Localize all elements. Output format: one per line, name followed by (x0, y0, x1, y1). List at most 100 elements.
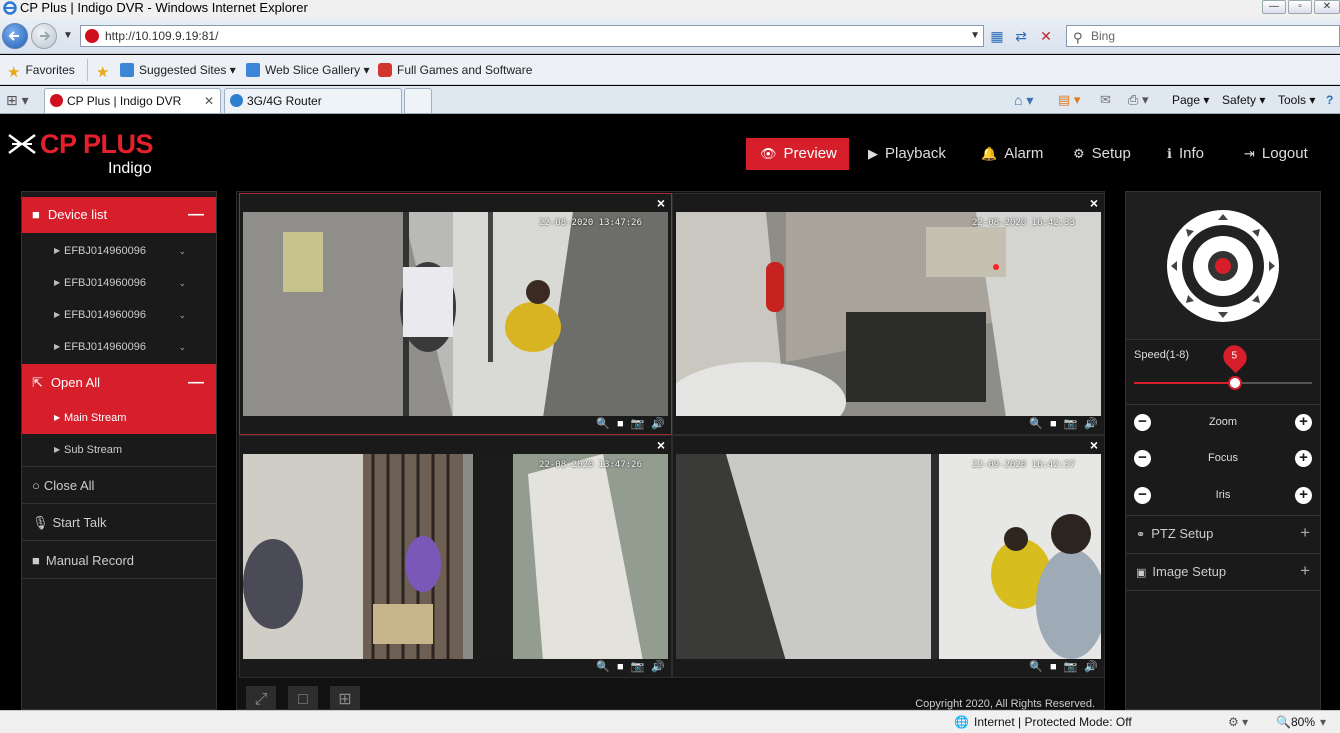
nav-setup[interactable]: ⚙ Setup (1059, 138, 1145, 170)
manual-record-label: Manual Record (45, 553, 135, 568)
search-icon: ⚲ (1073, 30, 1083, 45)
audio-icon[interactable]: 🔊 (1084, 417, 1098, 430)
close-window-button[interactable]: ✕ (1314, 0, 1340, 14)
snapshot-icon[interactable]: 📷 (1064, 660, 1078, 673)
nav-info[interactable]: ℹ Info (1153, 138, 1218, 170)
start-talk-button[interactable]: 🎙 Start Talk (22, 504, 216, 541)
snapshot-icon[interactable]: 📷 (631, 660, 645, 673)
add-favorite-button[interactable]: ★ (96, 62, 114, 81)
zoom-in-button[interactable]: + (1295, 414, 1312, 431)
quick-tabs-icon[interactable]: ⊞ ▾ (6, 91, 29, 109)
nav-preview[interactable]: 👁 Preview (746, 138, 849, 170)
camera-tile-4[interactable]: × 22-09-2020 16:42:37 🔍 ■ 📷 🔊 (672, 435, 1105, 678)
audio-icon[interactable]: 🔊 (1084, 660, 1098, 673)
chevron-down-icon[interactable]: ⌄ (178, 267, 186, 299)
help-icon[interactable]: ? (1326, 91, 1333, 109)
chevron-down-icon[interactable]: ⌄ (178, 299, 186, 331)
close-icon[interactable]: × (657, 437, 665, 453)
speed-slider[interactable]: 5 (1134, 340, 1312, 390)
page-menu[interactable]: Page ▾ (1172, 91, 1209, 109)
play-icon: ▶ (868, 146, 878, 161)
snapshot-icon[interactable]: 📷 (631, 417, 645, 430)
camera-tile-2[interactable]: × 22-08-2020 16:42:33 🔍 ■ 📷 🔊 (672, 193, 1105, 435)
restore-button[interactable]: ▫ (1288, 0, 1312, 14)
zoom-level[interactable]: 80% (1291, 715, 1315, 729)
device-item[interactable]: ▶ EFBJ014960096 ⌄ (22, 235, 216, 267)
zoom-out-button[interactable]: − (1134, 414, 1151, 431)
focus-plus-button[interactable]: + (1295, 450, 1312, 467)
compatibility-view-icon[interactable]: ▦ (986, 25, 1008, 47)
manual-record-button[interactable]: ■ Manual Record (22, 542, 216, 579)
mail-icon[interactable]: ✉ (1100, 91, 1111, 109)
back-button[interactable] (2, 23, 28, 49)
zoom-dropdown-icon[interactable]: ▾ (1320, 715, 1326, 729)
record-icon[interactable]: ■ (1050, 661, 1057, 673)
speed-slider-handle[interactable] (1228, 376, 1242, 390)
expand-plus-icon[interactable]: + (1300, 515, 1310, 551)
nav-playback[interactable]: ▶ Playback (854, 138, 960, 170)
tab-close-icon[interactable]: ✕ (204, 89, 214, 113)
tab-cp-plus[interactable]: CP Plus | Indigo DVR ✕ (44, 88, 221, 113)
home-icon[interactable]: ⌂ ▾ (1014, 91, 1033, 109)
audio-icon[interactable]: 🔊 (651, 417, 665, 430)
nav-logout[interactable]: ⇥ Logout (1230, 138, 1322, 170)
address-bar[interactable]: http://10.109.9.19:81/ ▼ (80, 25, 984, 47)
record-icon[interactable]: ■ (617, 661, 624, 673)
collapse-icon[interactable]: — (188, 197, 204, 233)
web-slice-label: Web Slice Gallery ▾ (265, 63, 370, 77)
web-slice-gallery-link[interactable]: Web Slice Gallery ▾ (246, 62, 370, 78)
digital-zoom-icon[interactable]: 🔍 (1029, 417, 1043, 430)
protected-mode-icon[interactable]: ⚙ ▾ (1228, 715, 1248, 729)
open-all-header[interactable]: ⇱ Open All — (22, 364, 216, 402)
image-setup-section[interactable]: ▣ Image Setup + (1126, 553, 1320, 591)
close-icon[interactable]: × (1090, 195, 1098, 211)
camera-tile-3[interactable]: × 22-08-2020 13:47:26 🔍 ■ 📷 🔊 (239, 435, 672, 678)
sub-stream-item[interactable]: ▶ Sub Stream (22, 434, 216, 467)
device-item[interactable]: ▶ EFBJ014960096 ⌄ (22, 331, 216, 363)
close-icon[interactable]: × (1090, 437, 1098, 453)
device-item[interactable]: ▶ EFBJ014960096 ⌄ (22, 299, 216, 331)
stop-icon[interactable]: ✕ (1035, 25, 1057, 47)
close-icon[interactable]: × (657, 195, 665, 211)
record-icon[interactable]: ■ (617, 418, 624, 430)
feeds-icon[interactable]: ▤ ▾ (1058, 91, 1080, 109)
main-stream-item[interactable]: ▶ Main Stream (22, 402, 216, 434)
favorites-button[interactable]: ★ Favorites (7, 62, 75, 81)
collapse-icon[interactable]: — (188, 364, 204, 402)
chevron-down-icon[interactable]: ⌄ (178, 235, 186, 267)
iris-minus-button[interactable]: − (1134, 487, 1151, 504)
device-list-header[interactable]: ■ Device list — (22, 197, 216, 233)
camera-tile-1[interactable]: × 22-08-2020 13:47:26 � (239, 193, 672, 435)
digital-zoom-icon[interactable]: 🔍 (596, 660, 610, 673)
suggested-sites-link[interactable]: Suggested Sites ▾ (120, 62, 236, 78)
minimize-button[interactable]: — (1262, 0, 1286, 14)
new-tab-button[interactable] (404, 88, 432, 113)
full-games-link[interactable]: Full Games and Software (378, 62, 532, 78)
chevron-down-icon[interactable]: ⌄ (178, 331, 186, 363)
dvr-app: CP PLUS Indigo 👁 Preview ▶ Playback 🔔 Alarm… (0, 115, 1340, 714)
tab-3g-router[interactable]: 3G/4G Router (224, 88, 402, 113)
snapshot-icon[interactable]: 📷 (1064, 417, 1078, 430)
digital-zoom-icon[interactable]: 🔍 (596, 417, 610, 430)
forward-button[interactable] (31, 23, 57, 49)
search-box[interactable]: ⚲ Bing (1066, 25, 1340, 47)
digital-zoom-icon[interactable]: 🔍 (1029, 660, 1043, 673)
nav-alarm[interactable]: 🔔 Alarm (967, 138, 1057, 170)
ptz-direction-wheel[interactable] (1166, 209, 1280, 323)
address-dropdown-icon[interactable]: ▼ (970, 26, 980, 46)
iris-plus-button[interactable]: + (1295, 487, 1312, 504)
record-icon[interactable]: ■ (1050, 418, 1057, 430)
close-all-button[interactable]: ○ Close All (22, 467, 216, 504)
ptz-setup-section[interactable]: ⚭ PTZ Setup + (1126, 515, 1320, 553)
print-icon[interactable]: ⎙ ▾ (1128, 91, 1149, 109)
expand-plus-icon[interactable]: + (1300, 553, 1310, 589)
focus-minus-button[interactable]: − (1134, 450, 1151, 467)
history-dropdown-icon[interactable]: ▼ (57, 25, 79, 47)
audio-icon[interactable]: 🔊 (651, 660, 665, 673)
camera-feed-image (243, 454, 668, 659)
refresh-icon[interactable]: ⇄ (1010, 25, 1032, 47)
tools-menu[interactable]: Tools ▾ (1278, 91, 1315, 109)
site-favicon-icon (85, 29, 99, 43)
device-item[interactable]: ▶ EFBJ014960096 ⌄ (22, 267, 216, 299)
safety-menu[interactable]: Safety ▾ (1222, 91, 1265, 109)
